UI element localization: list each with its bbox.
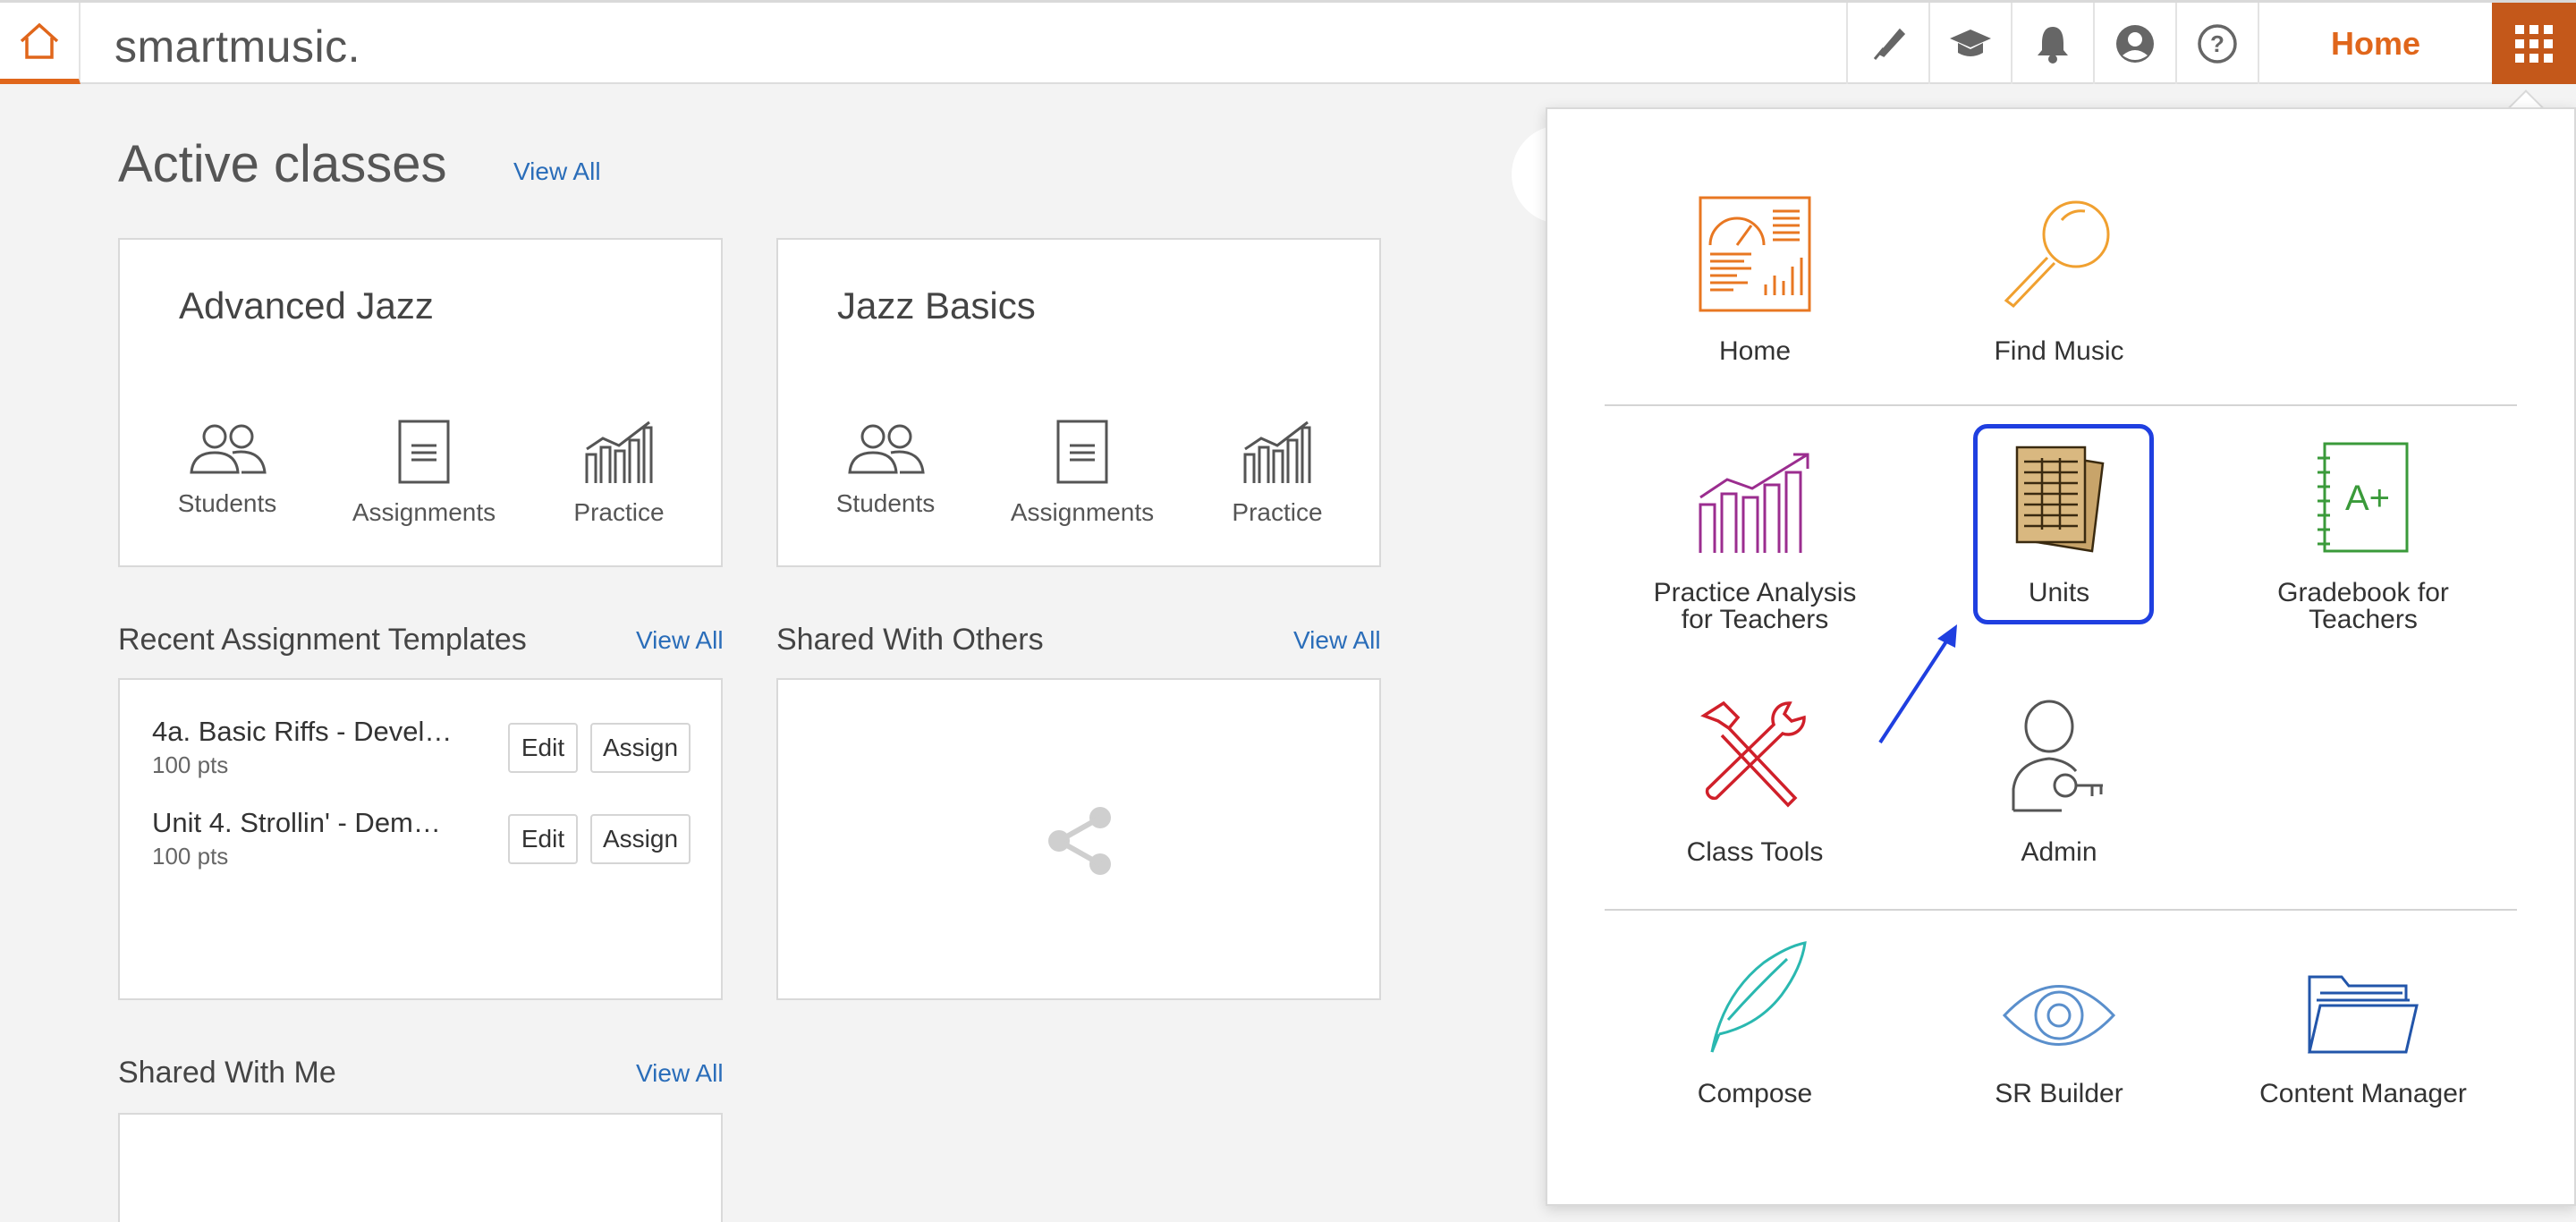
eye-icon [2002, 985, 2116, 1046]
notifications-button[interactable] [2011, 3, 2093, 84]
share-icon [1048, 807, 1111, 875]
app-practice-analysis-tile[interactable]: Practice Analysis for Teachers [1621, 420, 1889, 633]
edit-button[interactable]: Edit [508, 814, 578, 864]
recent-templates-title: Recent Assignment Templates [118, 623, 527, 657]
graduation-cap-icon [1950, 29, 1991, 56]
shared-with-me-title: Shared With Me [118, 1056, 336, 1090]
assignments-icon [398, 420, 450, 484]
help-button[interactable]: ? [2175, 3, 2258, 84]
practice-chart-icon [1243, 420, 1311, 483]
app-content-manager-tile[interactable]: Content Manager [2229, 921, 2497, 1107]
bell-icon [2038, 26, 2068, 64]
practice-label: Practice [573, 498, 665, 526]
quill-icon [1710, 941, 1807, 1053]
account-button[interactable] [2093, 3, 2175, 84]
home-button[interactable] [0, 3, 80, 84]
class-assignments-button[interactable]: Assignments [993, 419, 1172, 527]
app-sr-builder-tile[interactable]: SR Builder [1925, 921, 2193, 1107]
app-class-tools-tile[interactable]: Class Tools [1621, 680, 1889, 866]
class-students-button[interactable]: Students [138, 419, 317, 518]
tuner-button[interactable] [1846, 3, 1928, 84]
class-practice-button[interactable]: Practice [530, 419, 708, 527]
recent-templates-view-all-link[interactable]: View All [636, 626, 724, 655]
folder-icon [2308, 975, 2419, 1054]
practice-chart-icon [585, 420, 653, 483]
template-row: 4a. Basic Riffs - Devel… 100 pts Edit As… [152, 716, 716, 787]
practice-label: Practice [1232, 498, 1323, 526]
nav-home-link[interactable]: Home [2258, 3, 2492, 84]
assign-button[interactable]: Assign [590, 723, 691, 773]
app-class-tools-label: Class Tools [1686, 837, 1824, 867]
tuner-icon [1873, 28, 1906, 60]
top-bar: smartmusic. ? Home [0, 0, 2576, 84]
template-points: 100 pts [152, 843, 229, 870]
template-row: Unit 4. Strollin' - Dem… 100 pts Edit As… [152, 807, 716, 878]
svg-text:?: ? [2210, 30, 2224, 57]
svg-text:A+: A+ [2345, 479, 2390, 518]
shared-with-me-card [118, 1113, 723, 1222]
class-card-jazz-basics[interactable]: Jazz Basics Students Assignments Practic… [776, 238, 1381, 567]
template-points: 100 pts [152, 751, 229, 778]
app-admin-label: Admin [2021, 837, 2097, 867]
classes-button[interactable] [1928, 3, 2011, 84]
app-home-label: Home [1718, 336, 1792, 366]
app-find-music-label: Find Music [1994, 336, 2124, 366]
account-icon [2116, 24, 2154, 63]
units-highlight-box [1973, 424, 2154, 624]
magnifier-icon [2004, 200, 2110, 308]
active-classes-title: Active classes [118, 135, 447, 193]
students-label: Students [177, 489, 277, 517]
shared-with-others-view-all-link[interactable]: View All [1293, 626, 1381, 655]
students-icon [848, 424, 925, 474]
app-find-music-tile[interactable]: Find Music [1925, 179, 2193, 365]
house-icon [20, 22, 59, 59]
app-compose-label: Compose [1697, 1079, 1813, 1108]
app-gradebook-tile[interactable]: A+ Gradebook for Teachers [2229, 420, 2497, 633]
students-label: Students [835, 489, 936, 517]
divider [1605, 909, 2517, 911]
app-sr-builder-label: SR Builder [1995, 1079, 2123, 1108]
class-students-button[interactable]: Students [796, 419, 975, 518]
admin-user-key-icon [2012, 700, 2103, 812]
apps-menu-button[interactable] [2492, 3, 2576, 84]
template-name[interactable]: Unit 4. Strollin' - Dem… [152, 807, 474, 839]
class-name: Advanced Jazz [179, 284, 434, 327]
gradebook-icon: A+ [2318, 442, 2409, 553]
class-name: Jazz Basics [837, 284, 1036, 327]
app-home-tile[interactable]: Home [1621, 179, 1889, 365]
app-practice-analysis-label: Practice Analysis for Teachers [1653, 578, 1857, 634]
shared-with-others-card [776, 678, 1381, 1000]
app-content-manager-label: Content Manager [2259, 1079, 2467, 1108]
edit-button[interactable]: Edit [508, 723, 578, 773]
help-icon: ? [2198, 23, 2237, 64]
class-assignments-button[interactable]: Assignments [335, 419, 513, 527]
active-classes-view-all-link[interactable]: View All [513, 157, 601, 186]
assignments-label: Assignments [1010, 498, 1155, 526]
assignments-icon [1056, 420, 1108, 484]
divider [1605, 404, 2517, 406]
assign-button[interactable]: Assign [590, 814, 691, 864]
app-compose-tile[interactable]: Compose [1621, 921, 1889, 1107]
template-name[interactable]: 4a. Basic Riffs - Devel… [152, 716, 474, 748]
class-card-advanced-jazz[interactable]: Advanced Jazz Students Assignments Pract… [118, 238, 723, 567]
growth-chart-icon [1699, 453, 1809, 553]
dashboard-icon [1699, 196, 1811, 312]
students-icon [190, 424, 267, 474]
assignments-label: Assignments [352, 498, 496, 526]
recent-templates-card: 4a. Basic Riffs - Devel… 100 pts Edit As… [118, 678, 723, 1000]
pointer-arrow-icon [1878, 624, 1957, 744]
grid-icon [2515, 24, 2553, 63]
shared-with-me-view-all-link[interactable]: View All [636, 1059, 724, 1088]
smartmusic-logo: smartmusic. [114, 21, 360, 72]
shared-with-others-title: Shared With Others [776, 623, 1044, 657]
app-gradebook-label: Gradebook for Teachers [2277, 578, 2449, 634]
class-practice-button[interactable]: Practice [1188, 419, 1367, 527]
tools-icon [1700, 700, 1806, 808]
